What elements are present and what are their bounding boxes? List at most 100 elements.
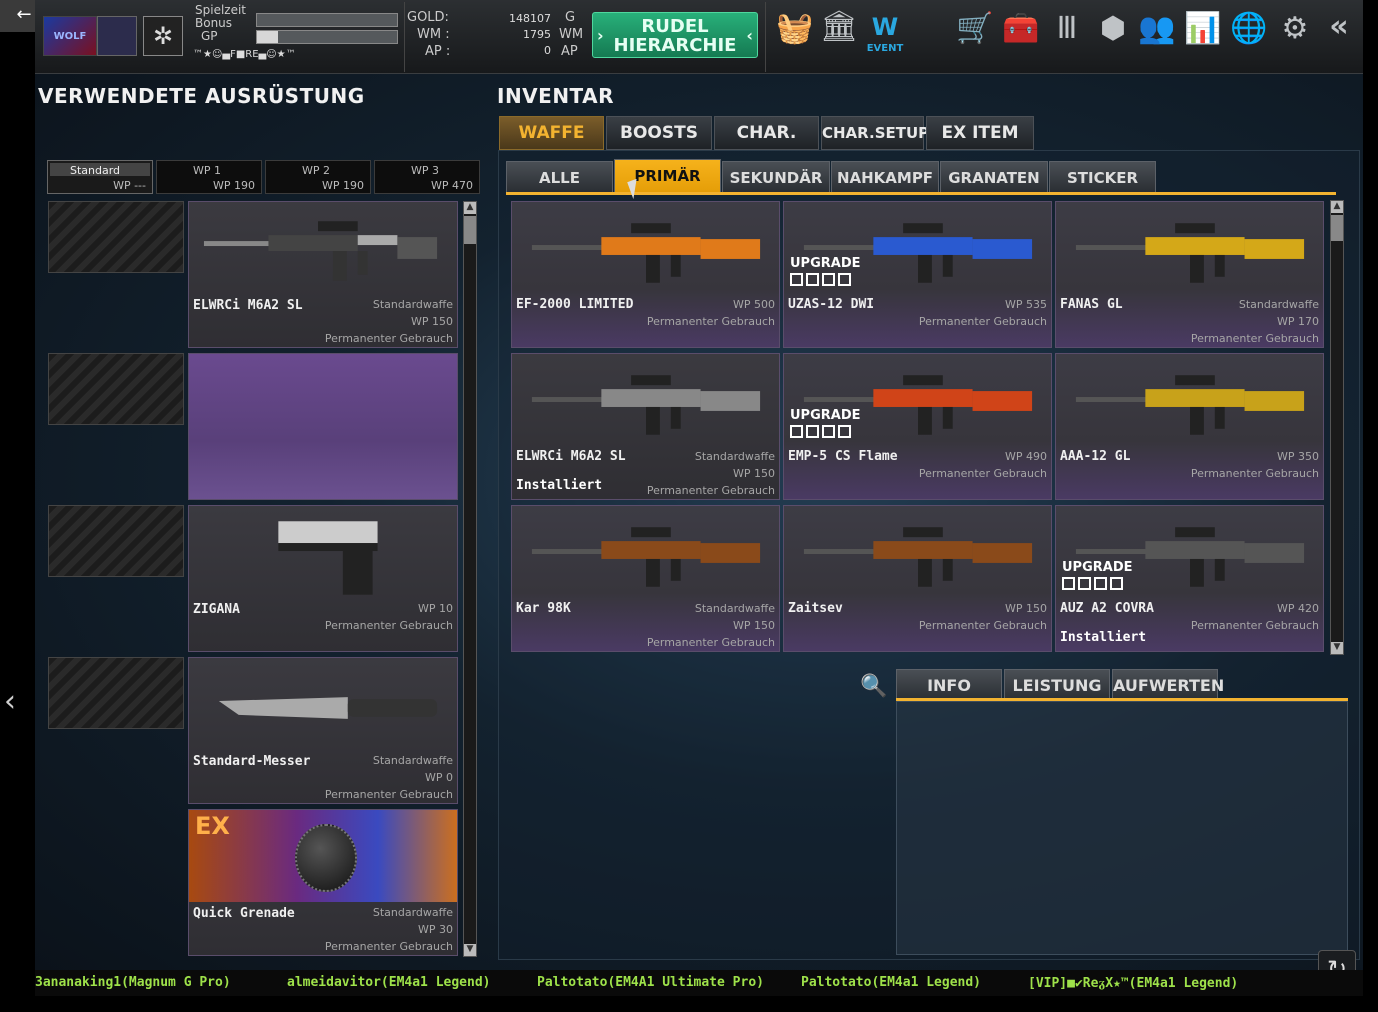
scroll-up-arrow[interactable]: ▲ <box>1331 201 1343 213</box>
tab-boosts[interactable]: BOOSTS <box>606 116 712 150</box>
subtab-sticker[interactable]: STICKER <box>1049 161 1156 193</box>
skin-slot[interactable] <box>48 201 184 273</box>
upgrade-slot <box>822 273 835 286</box>
wp-tab-standard[interactable]: Standard WP --- <box>47 160 153 194</box>
scroll-up-arrow[interactable]: ▲ <box>464 202 476 214</box>
inventory-title: INVENTAR <box>497 84 615 108</box>
item-info-line: Permanenter Gebrauch <box>1190 467 1319 480</box>
item-info-line: WP 150 <box>1004 602 1047 615</box>
item-name: ELWRCi M6A2 SL <box>516 449 626 464</box>
item-info: WP 150 Permanenter Gebrauch <box>919 600 1047 634</box>
item-info-line: Standardwaffe <box>694 450 775 463</box>
subtab-alle[interactable]: ALLE <box>506 161 613 193</box>
item-name: AUZ A2 COVRA <box>1060 601 1154 616</box>
stats-icon[interactable]: 📊 <box>1183 12 1223 46</box>
wm-value: 1795 <box>523 28 551 41</box>
equipped-primary-slot[interactable]: ELWRCi M6A2 SL Standardwaffe WP 150 Perman… <box>188 201 458 348</box>
wp-tab-3[interactable]: WP 3 WP 470 <box>374 160 480 194</box>
subtab-sekundaer[interactable]: SEKUNDÄR <box>722 161 830 193</box>
slot-weapon-info: Standardwaffe WP 0 Permanenter Gebrauch <box>324 754 453 801</box>
item-info-line: WP 350 <box>1276 450 1319 463</box>
gear-icon[interactable]: ⚙ <box>1275 12 1315 46</box>
item-name: FANAS GL <box>1060 297 1123 312</box>
item-info: Standardwaffe WP 150 Permanenter Gebrauch <box>647 448 775 499</box>
ticker-item: [VIP]■✔ReᵹX★™(EM4a1 Legend) <box>1028 976 1239 991</box>
toolbox-icon[interactable]: 🧰 <box>1001 12 1041 46</box>
rank-emblem <box>97 16 137 56</box>
equipped-title: VERWENDETE AUSRÜSTUNG <box>38 84 365 108</box>
upgrade-slot <box>1094 577 1107 590</box>
wm-unit: WM <box>559 27 584 42</box>
skin-slot[interactable] <box>48 505 184 577</box>
inventory-item-card[interactable]: UPGRADE AUZ A2 COVRA WP 420 Permanenter Geb… <box>1055 505 1324 652</box>
inventory-item-card[interactable]: UPGRADE UZAS-12 DWI WP 535 Permanenter Gebr… <box>783 201 1052 348</box>
scroll-thumb[interactable] <box>1331 215 1343 241</box>
tab-char[interactable]: CHAR. <box>714 116 819 150</box>
subtab-nahkampf[interactable]: NAHKAMPF <box>831 161 939 193</box>
sniper-icon <box>803 527 1033 587</box>
left-scrollbar[interactable]: ▲ ▼ <box>463 201 477 957</box>
hierarchie-label: HIERARCHIE <box>613 35 737 56</box>
star-emblem-icon: ✲ <box>143 16 183 56</box>
gold-unit: G <box>565 10 576 25</box>
inventory-item-card[interactable]: UPGRADE EMP-5 CS Flame WP 490 Permanenter G… <box>783 353 1052 500</box>
rifle-icon <box>203 221 438 281</box>
upgrade-slot <box>838 273 851 286</box>
basket-icon[interactable]: 🧺 <box>775 12 815 46</box>
wp-tab-2[interactable]: WP 2 WP 190 <box>265 160 371 194</box>
item-info-line: Permanenter Gebrauch <box>918 315 1047 328</box>
subtab-granaten[interactable]: GRANATEN <box>940 161 1048 193</box>
aufwerten-tab[interactable]: AUFWERTEN <box>1112 669 1224 701</box>
inventory-item-card[interactable]: EF-2000 LIMITED WP 500 Permanenter Gebrauc… <box>511 201 780 348</box>
equipped-grenade-slot[interactable]: EX Quick Grenade Standardwaffe WP 30 Perma… <box>188 809 458 956</box>
inventory-item-card[interactable]: Zaitsev WP 150 Permanenter Gebrauch <box>783 505 1052 652</box>
leistung-tab[interactable]: LEISTUNG <box>1004 669 1110 701</box>
collapse-icon[interactable]: « <box>1319 10 1359 44</box>
info-tab[interactable]: INFO <box>896 669 1002 701</box>
scroll-down-arrow[interactable]: ▼ <box>464 944 476 956</box>
skin-slot[interactable] <box>48 353 184 425</box>
tab-waffe[interactable]: WAFFE <box>499 116 604 150</box>
scroll-down-arrow[interactable]: ▼ <box>1331 642 1343 654</box>
event-button[interactable]: W EVENT <box>865 10 905 54</box>
wp-tab-1[interactable]: WP 1 WP 190 <box>156 160 262 194</box>
gold-label: GOLD: <box>407 10 449 25</box>
gold-value: 148107 <box>509 12 551 25</box>
upgrade-label: UPGRADE <box>790 256 861 271</box>
cart-icon[interactable]: 🛒 <box>955 12 995 46</box>
equipped-pistol-slot[interactable]: ZIGANA WP 10 Permanenter Gebrauch <box>188 505 458 652</box>
users-icon[interactable]: 👥 <box>1137 12 1177 46</box>
item-info-line: WP 150 <box>732 467 775 480</box>
inventory-item-card[interactable]: ELWRCi M6A2 SL Standardwaffe WP 150 Permane… <box>511 353 780 500</box>
equipped-knife-slot[interactable]: Standard-Messer Standardwaffe WP 0 Permane… <box>188 657 458 804</box>
tab-ex-item[interactable]: EX ITEM <box>926 116 1034 150</box>
inventory-item-card[interactable]: AAA-12 GL WP 350 Permanenter Gebrauch <box>1055 353 1324 500</box>
grenade-icon <box>295 824 357 892</box>
box-icon[interactable]: ⬢ <box>1093 12 1133 46</box>
skin-slot[interactable] <box>48 657 184 729</box>
item-info: Standardwaffe WP 150 Permanenter Gebrauch <box>647 600 775 651</box>
upgrade-slot <box>1078 577 1091 590</box>
item-info: WP 500 Permanenter Gebrauch <box>647 296 775 330</box>
globe-icon[interactable]: 🌐 <box>1229 12 1269 46</box>
wm-label: WM : <box>417 27 450 42</box>
gold-rifle-icon <box>1075 223 1305 283</box>
knife-icon <box>218 697 438 719</box>
upgrade-slot <box>790 273 803 286</box>
item-info-line: WP 420 <box>1276 602 1319 615</box>
ticker-item: Paltotato(EM4A1 Ultimate Pro) <box>537 975 764 990</box>
zoom-icon[interactable]: 🔍 <box>860 674 887 700</box>
tab-charsetup[interactable]: CHAR.SETUP <box>821 116 929 150</box>
equipped-secondary-slot-empty[interactable] <box>188 353 458 500</box>
rudel-hierarchie-button[interactable]: RUDEL HIERARCHIE › ‹ <box>592 12 758 58</box>
item-info-line: WP 490 <box>1004 450 1047 463</box>
inventory-item-card[interactable]: FANAS GL Standardwaffe WP 170 Permanenter G… <box>1055 201 1324 348</box>
inventory-item-card[interactable]: Kar 98K Standardwaffe WP 150 Permanenter Ge… <box>511 505 780 652</box>
ex-badge: EX <box>195 812 230 840</box>
inventory-scrollbar[interactable]: ▲ ▼ <box>1330 200 1344 655</box>
bank-icon[interactable]: 🏛 <box>819 10 859 44</box>
ammo-icon[interactable]: Ⅲ <box>1047 12 1087 46</box>
scroll-thumb[interactable] <box>464 216 476 244</box>
prev-arrow-icon[interactable]: ‹ <box>4 684 16 719</box>
rifle-icon <box>531 375 761 435</box>
